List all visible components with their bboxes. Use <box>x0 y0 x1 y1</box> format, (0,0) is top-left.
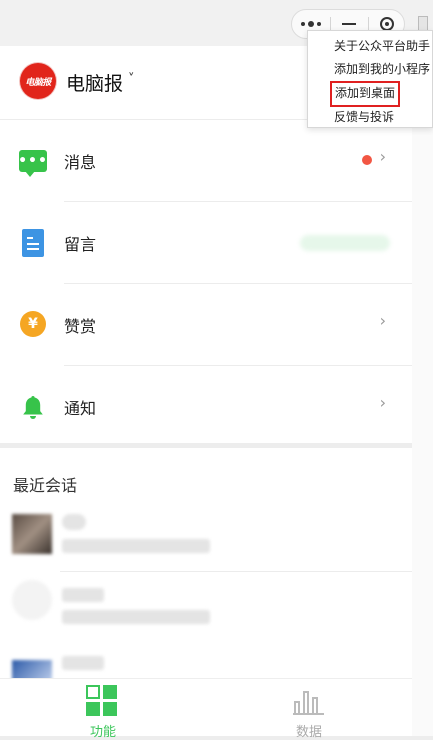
message-bubble-icon: ••• <box>18 150 47 177</box>
redacted-content <box>62 610 210 624</box>
menu-item-add-to-desktop[interactable]: 添加到桌面 <box>329 81 401 107</box>
bottom-tab-bar: 功能 数据 <box>0 678 412 740</box>
account-name: 电脑报 <box>66 73 124 95</box>
redacted-content <box>62 539 210 553</box>
menu-item-about[interactable]: 关于公众平台助手 <box>334 37 430 57</box>
avatar <box>12 580 52 620</box>
recent-conversations: 最近会话 <box>0 448 412 686</box>
tab-label: 功能 <box>89 725 116 740</box>
chevron-right-icon: › <box>379 311 386 330</box>
minimize-icon <box>342 23 356 25</box>
chevron-right-icon: › <box>379 147 386 166</box>
chevron-down-icon: ˅ <box>128 72 135 87</box>
function-label: 消息 <box>64 153 97 172</box>
coin-icon: ¥ <box>20 311 46 337</box>
tab-data[interactable]: 数据 <box>206 679 412 740</box>
avatar <box>12 514 52 554</box>
bar-chart-icon <box>293 685 324 715</box>
conversation-item[interactable] <box>0 506 412 572</box>
account-logo: 电脑报 <box>20 63 56 99</box>
more-menu: 关于公众平台助手 添加到我的小程序 添加到桌面 反馈与投诉 <box>307 30 433 128</box>
function-label: 赞赏 <box>64 317 97 336</box>
tab-label: 数据 <box>295 725 322 740</box>
tab-functions[interactable]: 功能 <box>0 679 206 740</box>
target-close-icon <box>380 17 394 31</box>
unread-badge <box>362 155 372 165</box>
function-row-notifications[interactable]: 通知 › <box>0 366 412 448</box>
conversation-item[interactable] <box>0 572 412 638</box>
redacted-content <box>62 588 104 602</box>
function-row-rewards[interactable]: ¥ 赞赏 › <box>0 284 412 366</box>
menu-item-feedback[interactable]: 反馈与投诉 <box>334 108 394 128</box>
grid-icon <box>86 685 117 716</box>
redacted-content <box>300 235 390 251</box>
side-gutter <box>412 46 433 736</box>
note-icon <box>22 229 44 257</box>
menu-item-add-to-mini-programs[interactable]: 添加到我的小程序 <box>334 60 430 80</box>
section-title: 最近会话 <box>13 476 78 495</box>
bell-icon <box>20 394 46 420</box>
function-row-comments[interactable]: 留言 <box>0 202 412 284</box>
function-row-messages[interactable]: ••• 消息 › <box>0 120 412 202</box>
function-label: 留言 <box>64 235 97 254</box>
more-dots-icon <box>301 21 321 27</box>
redacted-content <box>62 514 86 530</box>
redacted-content <box>62 656 104 670</box>
function-label: 通知 <box>64 399 97 418</box>
chevron-right-icon: › <box>379 393 386 412</box>
